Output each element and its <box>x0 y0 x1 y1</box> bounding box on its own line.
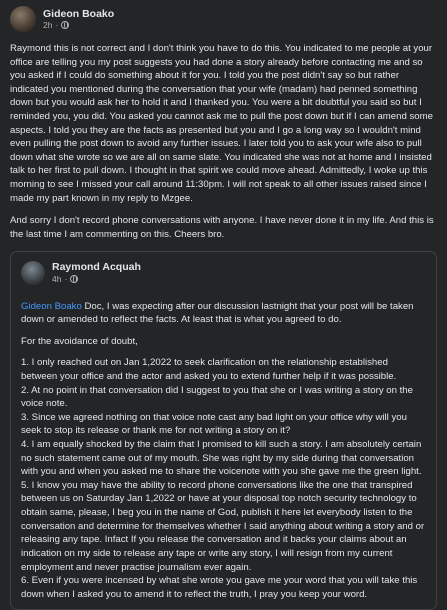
post-time[interactable]: 2h <box>43 20 52 30</box>
post-header: Gideon Boako 2h · <box>10 4 437 34</box>
post-paragraph: And sorry I don't record phone conversat… <box>10 215 434 240</box>
shared-intro: Gideon Boako Doc, I was expecting after … <box>21 300 426 327</box>
list-item: 4. I am equally shocked by the claim tha… <box>21 439 422 478</box>
shared-body: Gideon Boako Doc, I was expecting after … <box>21 300 426 602</box>
list-item: 5. I know you may have the ability to re… <box>21 479 425 573</box>
shared-time[interactable]: 4h <box>52 274 61 284</box>
numbered-list: 1. I only reached out on Jan 1,2022 to s… <box>21 356 426 601</box>
post-paragraph: Raymond this is not correct and I don't … <box>10 43 433 204</box>
post-meta: 2h · <box>43 20 114 30</box>
dot-separator: · <box>64 273 68 284</box>
avoidance-line: For the avoidance of doubt, <box>21 335 138 347</box>
shared-post[interactable]: Raymond Acquah 4h · Gideon Boako Doc, I … <box>10 250 437 610</box>
list-item: 6. Even if you were incensed by what she… <box>21 575 418 600</box>
globe-icon <box>70 274 79 283</box>
shared-header: Raymond Acquah 4h · <box>21 258 426 288</box>
list-item: 3. Since we agreed nothing on that voice… <box>21 411 407 437</box>
shared-author-avatar[interactable] <box>21 260 45 285</box>
dot-separator: · <box>55 20 59 31</box>
author-block: Gideon Boako 2h · <box>43 8 114 31</box>
post-body: Raymond this is not correct and I don't … <box>10 42 437 242</box>
mention-link[interactable]: Gideon Boako <box>21 301 82 312</box>
shared-meta: 4h · <box>52 274 141 284</box>
shared-author-block: Raymond Acquah 4h · <box>52 261 141 284</box>
shared-author-name[interactable]: Raymond Acquah <box>52 261 141 274</box>
author-name[interactable]: Gideon Boako <box>43 8 114 21</box>
list-item: 2. At no point in that conversation did … <box>21 384 413 410</box>
list-item: 1. I only reached out on Jan 1,2022 to s… <box>21 357 397 382</box>
post: Gideon Boako 2h · Raymond this is not co… <box>0 0 447 610</box>
globe-icon <box>61 21 70 30</box>
author-avatar[interactable] <box>10 6 36 32</box>
